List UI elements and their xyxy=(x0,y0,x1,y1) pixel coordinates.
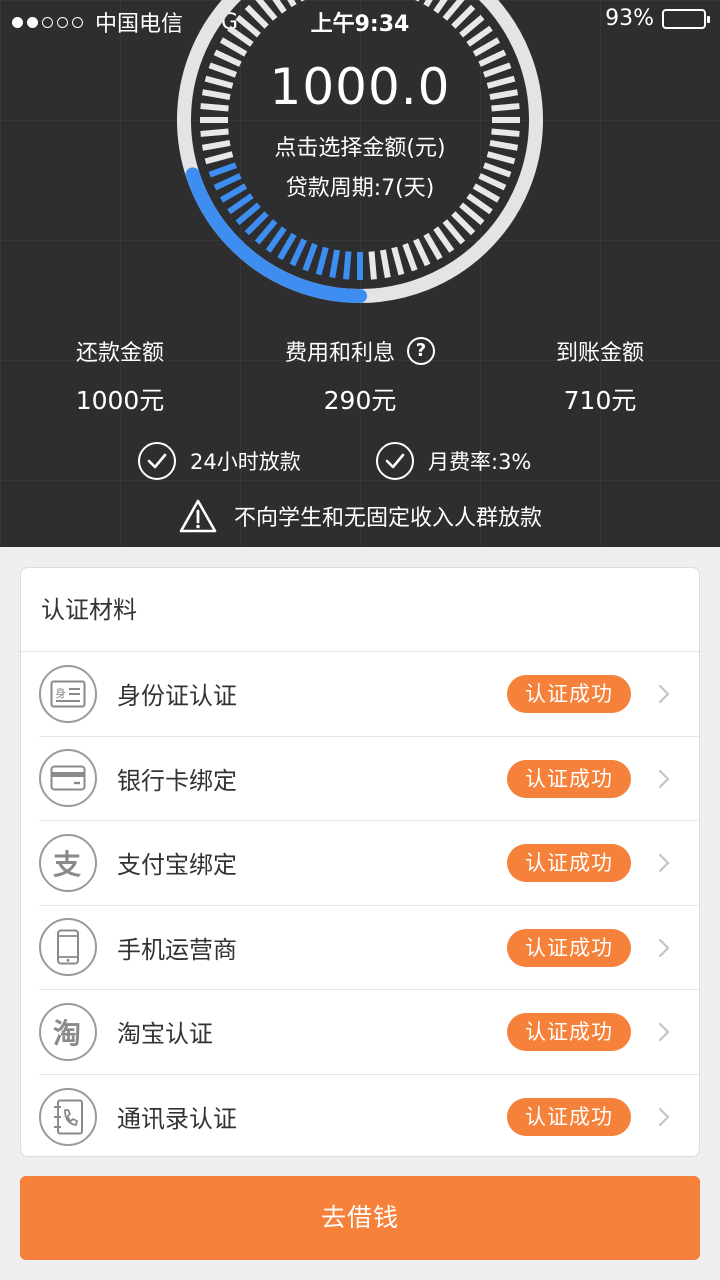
chevron-right-icon xyxy=(658,684,670,704)
amount-select-hint[interactable]: 点击选择金额(元) xyxy=(0,130,720,162)
dial-tick xyxy=(265,226,287,253)
dial-tick xyxy=(302,243,318,272)
stat-label: 费用和利息 xyxy=(284,341,395,366)
check-icon xyxy=(138,442,176,480)
auth-item-taobao[interactable]: 淘 淘宝认证 认证成功 xyxy=(39,990,699,1075)
chevron-right-icon xyxy=(658,853,670,873)
loan-header: 中国电信 4G 上午9:34 93% 1000.0 点击选择金额(元) 贷款周期… xyxy=(0,0,720,547)
loan-features: 24小时放款 月费率:3% xyxy=(0,442,720,482)
auth-item-id-card[interactable]: 身 身份证认证 认证成功 xyxy=(39,652,699,737)
stat-label: 到账金额 xyxy=(555,341,644,366)
dial-tick xyxy=(289,238,307,267)
chevron-right-icon xyxy=(658,938,670,957)
check-icon xyxy=(376,442,414,480)
dial-tick xyxy=(472,37,501,57)
contacts-icon xyxy=(39,1087,97,1146)
borrow-button[interactable]: 去借钱 xyxy=(20,1176,700,1260)
dial-tick xyxy=(433,226,455,253)
feature-text: 24小时放款 xyxy=(190,450,301,474)
status-badge: 认证成功 xyxy=(507,675,631,713)
stat-fees: 费用和利息 ? 290元 xyxy=(240,335,480,417)
auth-item-label: 通讯录认证 xyxy=(117,1105,237,1134)
status-badge: 认证成功 xyxy=(507,1013,631,1051)
stat-value: 1000元 xyxy=(75,386,165,415)
auth-materials-card: 认证材料 身 身份证认证 认证成功 银行卡绑定 认证成功 支 支付宝绑定 认证成… xyxy=(20,567,700,1157)
auth-item-bank-card[interactable]: 银行卡绑定 认证成功 xyxy=(39,737,699,821)
status-badge: 认证成功 xyxy=(507,759,631,798)
dial-tick xyxy=(391,246,405,276)
dial-tick xyxy=(413,238,431,267)
warning-icon xyxy=(179,499,217,533)
dial-tick xyxy=(466,25,493,47)
auth-item-label: 手机运营商 xyxy=(117,935,237,964)
auth-item-contacts[interactable]: 通讯录认证 认证成功 xyxy=(39,1075,699,1160)
auth-item-carrier[interactable]: 手机运营商 认证成功 xyxy=(39,906,699,990)
status-badge: 认证成功 xyxy=(507,844,631,882)
feature-fast-payout: 24小时放款 xyxy=(138,442,301,480)
loan-stats: 还款金额 1000元 费用和利息 ? 290元 到账金额 710元 xyxy=(0,335,720,425)
dial-tick xyxy=(368,251,377,280)
stat-value: 710元 xyxy=(563,386,637,415)
id-card-icon: 身 xyxy=(39,664,97,723)
status-badge: 认证成功 xyxy=(507,928,631,967)
feature-text: 月费率:3% xyxy=(428,450,532,474)
warning-text: 不向学生和无固定收入人群放款 xyxy=(233,506,542,531)
dial-tick xyxy=(423,232,443,261)
loan-amount[interactable]: 1000.0 xyxy=(0,58,720,116)
dial-tick xyxy=(329,249,341,279)
help-icon[interactable]: ? xyxy=(407,337,435,365)
loan-period: 贷款周期:7(天) xyxy=(285,176,435,201)
feature-monthly-rate: 月费率:3% xyxy=(376,442,531,480)
svg-text:淘: 淘 xyxy=(53,1017,81,1049)
dial-tick xyxy=(379,249,391,279)
phone-icon xyxy=(39,918,97,977)
chevron-right-icon xyxy=(658,769,670,788)
auth-item-label: 银行卡绑定 xyxy=(117,766,237,795)
dial-tick xyxy=(343,251,352,280)
dial-tick xyxy=(402,243,418,272)
lending-warning: 不向学生和无固定收入人群放款 xyxy=(0,498,720,534)
stat-value: 290元 xyxy=(323,386,397,415)
dial-tick xyxy=(219,37,248,57)
chevron-right-icon xyxy=(658,1107,670,1126)
dial-tick xyxy=(227,25,254,47)
auth-item-label: 淘宝认证 xyxy=(117,1020,213,1049)
taobao-icon: 淘 xyxy=(39,1002,97,1061)
svg-text:支: 支 xyxy=(53,848,81,880)
auth-item-label: 支付宝绑定 xyxy=(117,851,237,880)
chevron-right-icon xyxy=(658,1022,670,1042)
bank-card-icon xyxy=(39,749,97,808)
battery-icon xyxy=(662,8,710,29)
auth-item-alipay[interactable]: 支 支付宝绑定 认证成功 xyxy=(39,821,699,906)
auth-section-title: 认证材料 xyxy=(21,568,699,652)
stat-repayment: 还款金额 1000元 xyxy=(0,335,240,417)
dial-tick xyxy=(315,246,329,276)
status-badge: 认证成功 xyxy=(507,1097,631,1136)
auth-item-label: 身份证认证 xyxy=(117,682,237,711)
svg-text:身: 身 xyxy=(55,686,66,700)
stat-label: 还款金额 xyxy=(75,341,164,366)
alipay-icon: 支 xyxy=(39,833,97,892)
dial-tick xyxy=(277,232,297,261)
battery-status: 93% xyxy=(605,6,710,31)
battery-percent: 93% xyxy=(605,6,654,31)
stat-received: 到账金额 710元 xyxy=(480,335,720,417)
